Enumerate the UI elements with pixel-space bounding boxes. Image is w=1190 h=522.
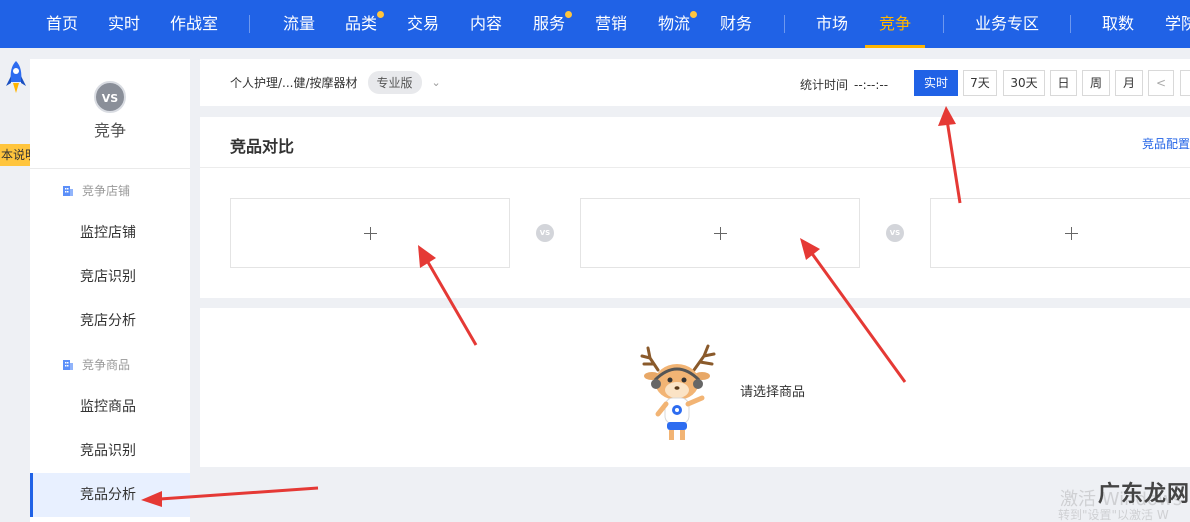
plus-icon <box>714 227 727 240</box>
range-week-button[interactable]: 周 <box>1082 70 1110 96</box>
sidebar-group-label: 竞争商品 <box>82 357 131 372</box>
sidebar-item-monitor-shops[interactable]: 监控店铺 <box>30 211 190 255</box>
edition-badge: 专业版 <box>367 71 422 94</box>
sidebar-title: 竞争 <box>93 121 126 140</box>
sidebar-item-analyze-products[interactable]: 竞品分析 <box>30 473 190 517</box>
sidebar: VS 竞争 竞争店铺 监控店铺 竞店识别 竞店分析 竞争商品 监控商品 竞品识别… <box>30 59 190 522</box>
nav-item-marketing[interactable]: 营销 <box>595 0 627 48</box>
sidebar-item-analyze-shops[interactable]: 竞店分析 <box>30 299 190 343</box>
left-rail: 本说明 <box>0 48 44 522</box>
nav-divider <box>943 15 944 33</box>
category-breadcrumb[interactable]: 个人护理/...健/按摩器材 <box>230 74 358 91</box>
nav-item-competition[interactable]: 竞争 <box>864 0 926 48</box>
plus-icon <box>364 227 377 240</box>
stat-time: 统计时间 --:--:-- <box>800 76 888 93</box>
sidebar-item-monitor-products[interactable]: 监控商品 <box>30 385 190 429</box>
top-nav: 首页 实时 作战室 流量 品类 交易 内容 服务 营销 物流 财务 市场 竞争 … <box>0 0 1190 48</box>
nav-label: 市场 <box>816 14 849 33</box>
nav-item-traffic[interactable]: 流量 <box>283 0 315 48</box>
range-realtime-button[interactable]: 实时 <box>914 70 958 96</box>
nav-item-home[interactable]: 首页 <box>46 0 78 48</box>
vs-icon: VS <box>886 224 904 242</box>
building-icon <box>63 186 73 196</box>
nav-label: 实时 <box>108 14 141 33</box>
deer-mascot-icon <box>640 344 716 440</box>
nav-divider <box>249 15 250 33</box>
nav-item-warroom[interactable]: 作战室 <box>170 0 218 48</box>
site-logo-watermark: 广东龙网 <box>1098 481 1190 507</box>
notification-dot <box>690 11 698 18</box>
nav-label: 业务专区 <box>975 14 1040 33</box>
prev-period-button[interactable]: < <box>1148 70 1174 96</box>
nav-item-content[interactable]: 内容 <box>470 0 502 48</box>
nav-item-trade[interactable]: 交易 <box>407 0 439 48</box>
stat-time-label: 统计时间 <box>800 78 849 92</box>
nav-label: 服务 <box>533 14 566 33</box>
empty-state-card: 请选择商品 <box>200 308 1190 467</box>
compare-config-link[interactable]: 竞品配置 <box>1142 135 1190 152</box>
nav-label: 物流 <box>658 14 691 33</box>
product-slot-2[interactable] <box>580 198 860 268</box>
sidebar-group-products: 竞争商品 <box>30 343 190 385</box>
product-slot-1[interactable] <box>230 198 510 268</box>
range-day-button[interactable]: 日 <box>1050 70 1077 96</box>
sidebar-header: VS 竞争 <box>30 59 190 169</box>
nav-label: 首页 <box>46 14 79 33</box>
sidebar-group-shops: 竞争店铺 <box>30 169 190 211</box>
nav-item-market[interactable]: 市场 <box>816 0 848 48</box>
empty-state-text: 请选择商品 <box>740 385 806 400</box>
nav-label: 流量 <box>283 14 316 33</box>
nav-label: 交易 <box>407 14 440 33</box>
nav-divider <box>1070 15 1071 33</box>
sidebar-group-label: 竞争店铺 <box>82 183 131 198</box>
nav-label: 财务 <box>720 14 753 33</box>
nav-item-realtime[interactable]: 实时 <box>108 0 140 48</box>
nav-label: 学院 <box>1165 14 1190 33</box>
chevron-down-icon[interactable]: ⌄ <box>432 76 441 89</box>
nav-label: 营销 <box>595 14 628 33</box>
stat-time-value: --:--:-- <box>854 78 889 92</box>
next-period-button[interactable] <box>1180 70 1190 96</box>
nav-label: 取数 <box>1102 14 1135 33</box>
nav-label: 品类 <box>345 14 378 33</box>
building-icon <box>63 360 73 370</box>
compare-card: 竞品对比 竞品配置 VS VS <box>200 117 1190 298</box>
sidebar-item-identify-shops[interactable]: 竞店识别 <box>30 255 190 299</box>
nav-item-business-zone[interactable]: 业务专区 <box>975 0 1039 48</box>
windows-activation-subtext: 转到"设置"以激活 W <box>1058 508 1169 522</box>
notification-dot <box>377 11 385 18</box>
range-7d-button[interactable]: 7天 <box>963 70 997 96</box>
nav-item-academy[interactable]: 学院 <box>1165 0 1190 48</box>
nav-item-finance[interactable]: 财务 <box>720 0 752 48</box>
vs-icon: VS <box>94 81 126 113</box>
nav-item-category[interactable]: 品类 <box>345 0 385 48</box>
nav-label: 竞争 <box>879 14 912 33</box>
notification-dot <box>565 11 573 18</box>
nav-label: 作战室 <box>170 14 219 33</box>
divider <box>200 167 1190 168</box>
sidebar-item-identify-products[interactable]: 竞品识别 <box>30 429 190 473</box>
range-month-button[interactable]: 月 <box>1115 70 1143 96</box>
plus-icon <box>1065 227 1078 240</box>
compare-title: 竞品对比 <box>230 137 295 156</box>
filter-bar: 个人护理/...健/按摩器材 专业版 ⌄ 统计时间 --:--:-- 实时 7天 … <box>200 59 1190 106</box>
vs-icon: VS <box>536 224 554 242</box>
nav-label: 内容 <box>470 14 503 33</box>
nav-item-logistics[interactable]: 物流 <box>658 0 698 48</box>
product-slot-3[interactable] <box>930 198 1190 268</box>
rocket-icon[interactable] <box>4 60 28 96</box>
nav-item-service[interactable]: 服务 <box>533 0 573 48</box>
nav-divider <box>784 15 785 33</box>
nav-item-data-fetch[interactable]: 取数 <box>1102 0 1134 48</box>
range-30d-button[interactable]: 30天 <box>1003 70 1045 96</box>
